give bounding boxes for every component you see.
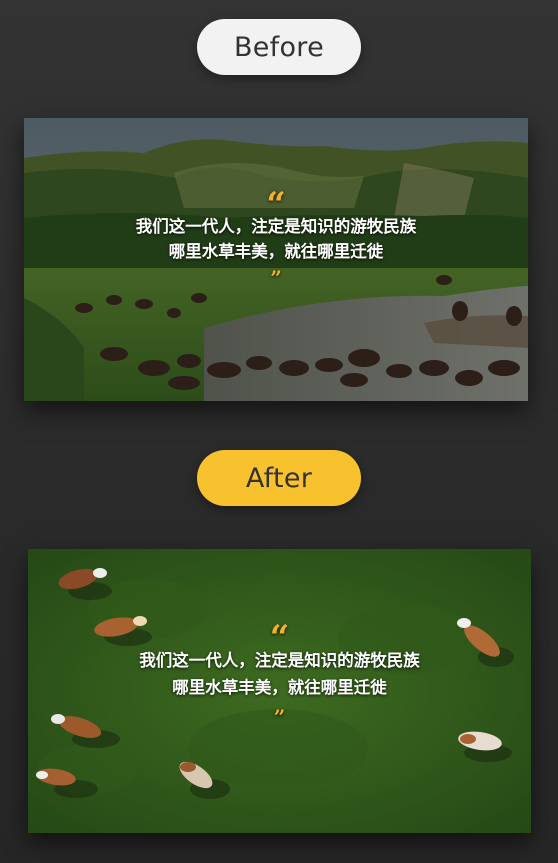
before-quote-overlay: “ 我们这一代人，注定是知识的游牧民族 哪里水草丰美，就往哪里迁徙 ” (24, 185, 528, 290)
after-label-pill: After (197, 450, 361, 506)
close-quote-icon: ” (273, 705, 286, 729)
quote-line-1: 我们这一代人，注定是知识的游牧民族 (135, 217, 417, 236)
before-label-text: Before (233, 31, 325, 63)
before-label-pill: Before (197, 19, 361, 75)
open-quote-icon: “ (269, 618, 290, 658)
open-quote-icon: “ (266, 185, 286, 225)
quote-line-2: 哪里水草丰美，就往哪里迁徙 (172, 678, 387, 697)
after-label-text: After (245, 462, 313, 494)
after-image-card: “ 我们这一代人，注定是知识的游牧民族 哪里水草丰美，就往哪里迁徙 ” (28, 549, 531, 833)
quote-line-2: 哪里水草丰美，就往哪里迁徙 (168, 242, 384, 261)
before-image-card: “ 我们这一代人，注定是知识的游牧民族 哪里水草丰美，就往哪里迁徙 ” (24, 118, 528, 401)
quote-line-1: 我们这一代人，注定是知识的游牧民族 (139, 651, 420, 670)
after-quote-overlay: “ 我们这一代人，注定是知识的游牧民族 哪里水草丰美，就往哪里迁徙 ” (28, 618, 531, 729)
close-quote-icon: ” (270, 266, 282, 290)
